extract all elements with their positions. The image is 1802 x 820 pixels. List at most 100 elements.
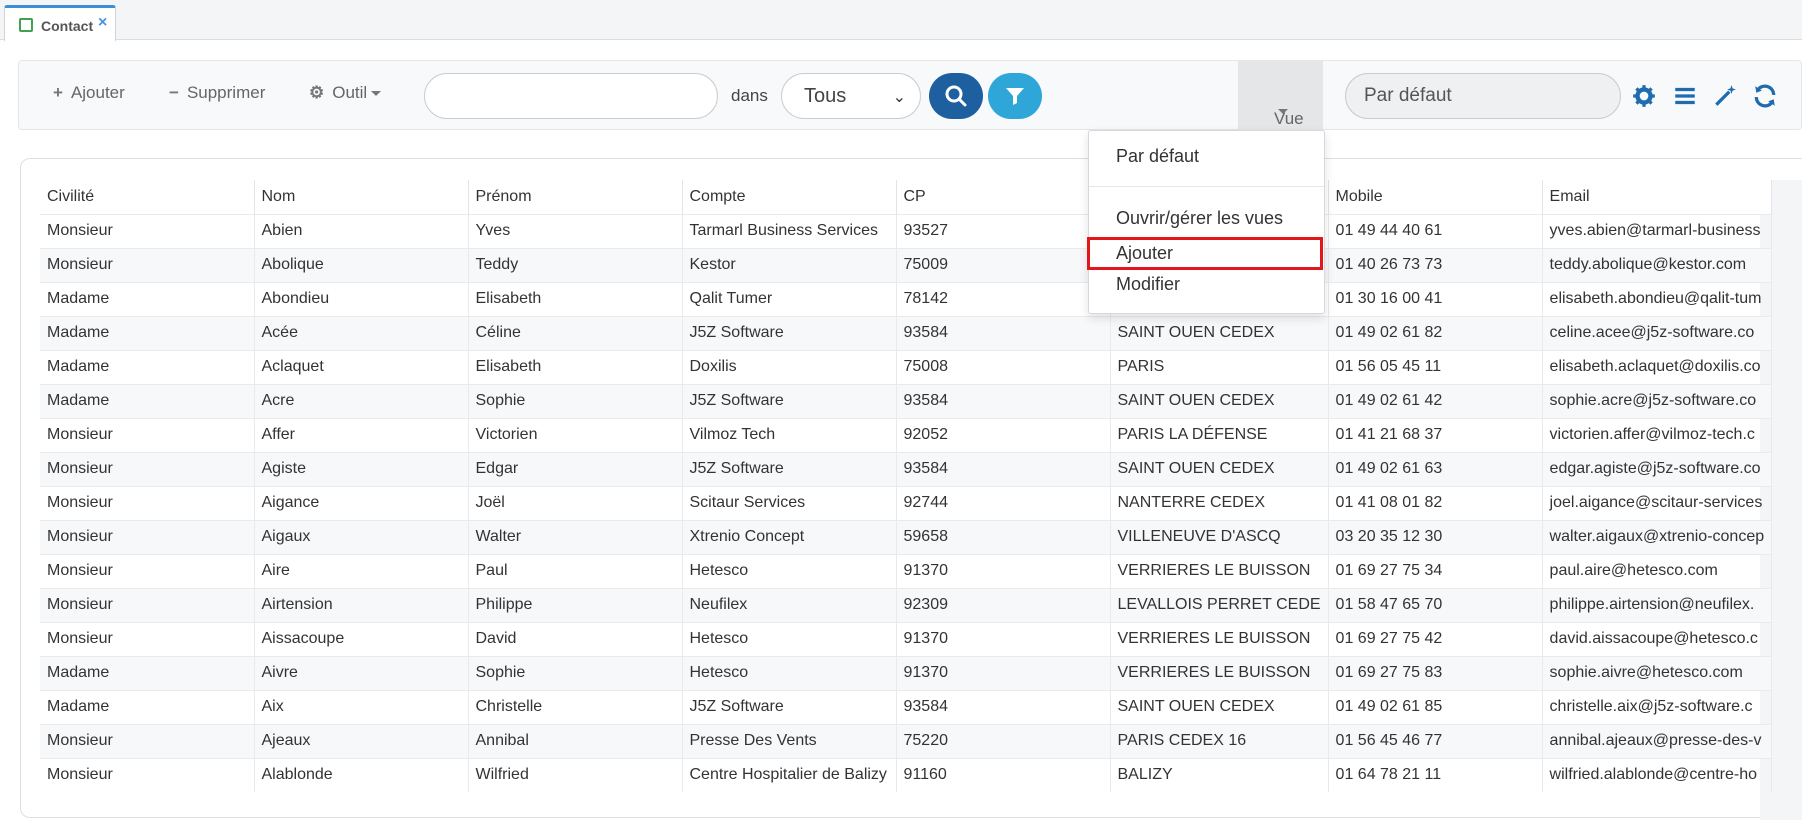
cell-civilite: Madame: [40, 315, 255, 350]
cell-compte: Vilmoz Tech: [682, 417, 897, 452]
table-row[interactable]: Madame Aivre Sophie Hetesco 91370 VERRIERES L…: [40, 655, 1773, 690]
cell-cp: 78142: [896, 281, 1111, 316]
cell-mobile: 01 64 78 21 11: [1328, 757, 1543, 792]
cell-prenom: Teddy: [468, 247, 683, 282]
column-header-prenom[interactable]: Prénom: [468, 180, 683, 214]
table-row[interactable]: Madame Acée Céline J5Z Software 93584 SAINT O…: [40, 315, 1773, 350]
table-row[interactable]: Madame Acre Sophie J5Z Software 93584 SAINT O…: [40, 383, 1773, 418]
cell-civilite: Monsieur: [40, 587, 255, 622]
cell-email: philippe.airtension@neufilex.: [1542, 587, 1773, 622]
cell-mobile: 01 40 26 73 73: [1328, 247, 1543, 282]
cell-email: david.aissacoupe@hetesco.c: [1542, 621, 1773, 656]
table-row[interactable]: Monsieur Ajeaux Annibal Presse Des Vents 752…: [40, 723, 1773, 758]
cell-civilite: Madame: [40, 281, 255, 316]
table-row[interactable]: Monsieur Agiste Edgar J5Z Software 93584 SAIN…: [40, 451, 1773, 486]
cell-prenom: David: [468, 621, 683, 656]
list-icon[interactable]: [1672, 83, 1698, 109]
cell-prenom: Christelle: [468, 689, 683, 724]
cell-email: christelle.aix@j5z-software.c: [1542, 689, 1773, 724]
cell-prenom: Yves: [468, 213, 683, 248]
cell-compte: Hetesco: [682, 621, 897, 656]
settings-icon[interactable]: [1631, 83, 1657, 109]
tool-dropdown-button[interactable]: ⚙ Outil: [309, 83, 382, 103]
cell-ville: PARIS LA DÉFENSE: [1110, 417, 1329, 452]
cell-nom: Alablonde: [254, 757, 469, 792]
cell-prenom: Elisabeth: [468, 349, 683, 384]
cell-cp: 91370: [896, 655, 1111, 690]
filter-button[interactable]: [988, 73, 1042, 119]
cell-ville: VERRIERES LE BUISSON: [1110, 553, 1329, 588]
cell-cp: 59658: [896, 519, 1111, 554]
search-scope-select[interactable]: Tous ⌄: [781, 73, 921, 119]
cell-compte: Hetesco: [682, 655, 897, 690]
cell-email: edgar.agiste@j5z-software.co: [1542, 451, 1773, 486]
cell-compte: J5Z Software: [682, 689, 897, 724]
cell-nom: Agiste: [254, 451, 469, 486]
cell-civilite: Madame: [40, 655, 255, 690]
cell-email: joel.aigance@scitaur-services: [1542, 485, 1773, 520]
table-row[interactable]: Monsieur Aigance Joël Scitaur Services 92744…: [40, 485, 1773, 520]
cell-prenom: Sophie: [468, 383, 683, 418]
table-row[interactable]: Monsieur Airtension Philippe Neufilex 92309 L…: [40, 587, 1773, 622]
column-header-cp[interactable]: CP: [896, 180, 1111, 214]
cell-compte: Centre Hospitalier de Balizy: [682, 757, 897, 792]
view-dropdown-button[interactable]: Vue: [1238, 61, 1323, 129]
refresh-icon[interactable]: [1752, 83, 1778, 109]
table-row[interactable]: Monsieur Aissacoupe David Hetesco 91370 VERRI…: [40, 621, 1773, 656]
cell-cp: 75009: [896, 247, 1111, 282]
magic-wand-icon[interactable]: [1712, 83, 1738, 109]
cell-ville: SAINT OUEN CEDEX: [1110, 383, 1329, 418]
table-row[interactable]: Monsieur Abien Yves Tarmarl Business Servic…: [40, 213, 1773, 248]
cell-email: wilfried.alablonde@centre-ho: [1542, 757, 1773, 792]
cell-nom: Aigance: [254, 485, 469, 520]
view-menu-item-default[interactable]: Par défaut: [1116, 146, 1199, 167]
search-input[interactable]: [424, 73, 718, 119]
plus-icon: +: [53, 83, 63, 102]
cell-ville: SAINT OUEN CEDEX: [1110, 451, 1329, 486]
table-row[interactable]: Monsieur Aire Paul Hetesco 91370 VERRIERES LE…: [40, 553, 1773, 588]
table-row[interactable]: Monsieur Abolique Teddy Kestor 75009 01 40 26…: [40, 247, 1773, 282]
cell-compte: Xtrenio Concept: [682, 519, 897, 554]
cell-cp: 75220: [896, 723, 1111, 758]
cell-email: sophie.acre@j5z-software.co: [1542, 383, 1773, 418]
current-view-field[interactable]: [1345, 73, 1621, 119]
cell-prenom: Elisabeth: [468, 281, 683, 316]
menu-divider: [1089, 186, 1324, 187]
column-header-email[interactable]: Email: [1542, 180, 1773, 214]
add-button[interactable]: + Ajouter: [53, 83, 125, 103]
table-row[interactable]: Madame Abondieu Elisabeth Qalit Tumer 78142 0…: [40, 281, 1773, 316]
cell-civilite: Monsieur: [40, 213, 255, 248]
cell-cp: 92744: [896, 485, 1111, 520]
table-row[interactable]: Monsieur Alablonde Wilfried Centre Hospital…: [40, 757, 1773, 792]
table-row[interactable]: Madame Aix Christelle J5Z Software 93584 SAIN…: [40, 689, 1773, 724]
chevron-down-icon: ⌄: [892, 89, 906, 106]
close-icon[interactable]: ×: [98, 14, 107, 32]
view-menu-item-manage[interactable]: Ouvrir/gérer les vues: [1116, 208, 1283, 229]
column-header-compte[interactable]: Compte: [682, 180, 897, 214]
delete-button-label: Supprimer: [186, 83, 266, 102]
cell-nom: Aix: [254, 689, 469, 724]
cell-email: paul.aire@hetesco.com: [1542, 553, 1773, 588]
table-row[interactable]: Monsieur Affer Victorien Vilmoz Tech 92052 PA…: [40, 417, 1773, 452]
cell-compte: Presse Des Vents: [682, 723, 897, 758]
column-header-nom[interactable]: Nom: [254, 180, 469, 214]
column-header-mobile[interactable]: Mobile: [1328, 180, 1543, 214]
cell-cp: 93527: [896, 213, 1111, 248]
cell-civilite: Monsieur: [40, 519, 255, 554]
table-row[interactable]: Monsieur Aigaux Walter Xtrenio Concept 59658…: [40, 519, 1773, 554]
cell-ville: VILLENEUVE D'ASCQ: [1110, 519, 1329, 554]
cell-civilite: Monsieur: [40, 485, 255, 520]
table-row[interactable]: Madame Aclaquet Elisabeth Doxilis 75008 PARIS…: [40, 349, 1773, 384]
delete-button[interactable]: − Supprimer: [169, 83, 265, 103]
cell-civilite: Monsieur: [40, 451, 255, 486]
view-menu-item-edit[interactable]: Modifier: [1116, 274, 1180, 295]
search-button[interactable]: [929, 73, 983, 119]
cell-cp: 92309: [896, 587, 1111, 622]
cell-email: yves.abien@tarmarl-business: [1542, 213, 1773, 248]
cell-email: celine.acee@j5z-software.co: [1542, 315, 1773, 350]
cell-email: annibal.ajeaux@presse-des-v: [1542, 723, 1773, 758]
table-header-row: Civilité Nom Prénom Compte CP Mobile Ema…: [40, 180, 1773, 214]
cell-nom: Abien: [254, 213, 469, 248]
column-header-civilite[interactable]: Civilité: [40, 180, 255, 214]
tab-contact[interactable]: Contact ×: [4, 5, 116, 41]
